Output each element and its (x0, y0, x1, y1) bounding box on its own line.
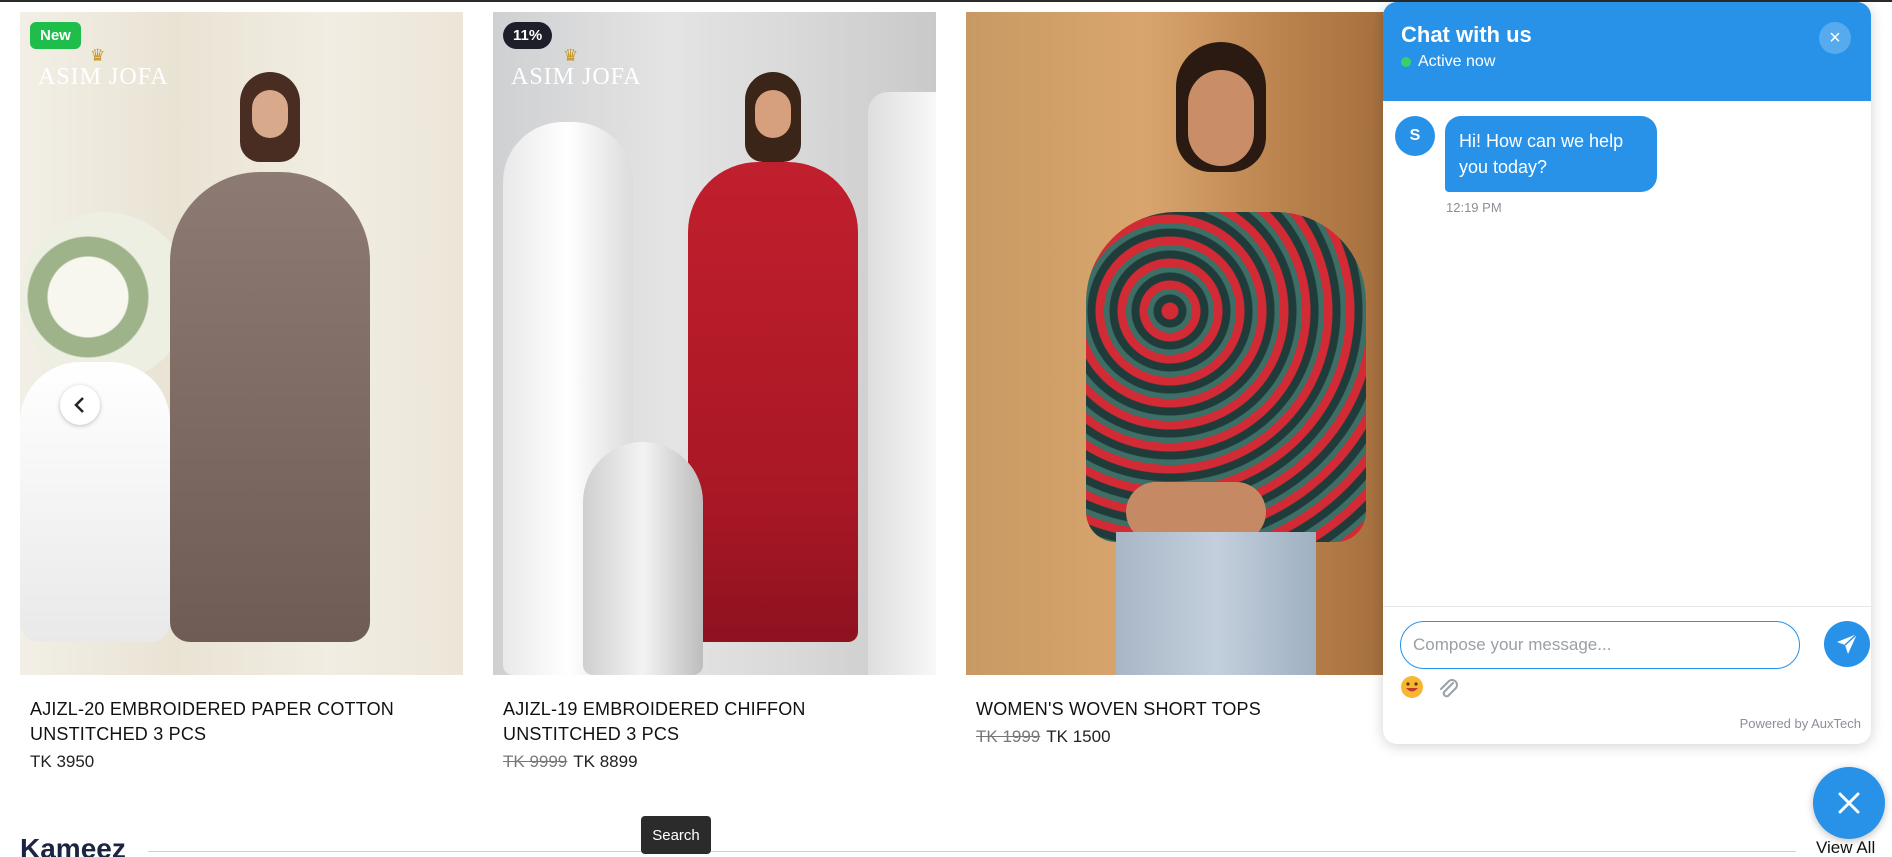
product-title[interactable]: WOMEN'S WOVEN SHORT TOPS (966, 697, 1366, 722)
message-bubble: Hi! How can we help you today? (1445, 116, 1657, 192)
emoji-button[interactable] (1400, 675, 1424, 705)
chess-rook-decor (868, 92, 936, 675)
powered-by-text: Powered by AuxTech (1739, 716, 1861, 731)
chess-pawn-decor (583, 442, 703, 675)
search-tooltip: Search (641, 816, 711, 854)
product-card[interactable]: WOMEN'S WOVEN SHORT TOPS TK 1999 TK 1500 (966, 12, 1409, 747)
model-dress (688, 162, 858, 642)
chat-status: Active now (1401, 53, 1495, 71)
online-status-icon (1401, 57, 1411, 67)
product-image[interactable]: New ♛ ASIM JOFA (20, 12, 463, 675)
send-icon (1837, 633, 1858, 654)
product-price: TK 9999 TK 8899 (493, 752, 936, 772)
crown-icon: ♛ (90, 46, 106, 65)
model-jeans (1116, 532, 1316, 675)
chat-close-button[interactable]: × (1819, 22, 1851, 54)
original-price: TK 1999 (976, 727, 1041, 746)
current-price: TK 8899 (573, 752, 638, 771)
crown-icon: ♛ (563, 46, 579, 65)
emoji-icon (1401, 676, 1423, 698)
original-price: TK 9999 (503, 752, 568, 771)
model-face (755, 90, 791, 138)
product-title[interactable]: AJIZL-20 EMBROIDERED PAPER COTTON UNSTIT… (20, 697, 420, 747)
chat-toggle-button[interactable] (1813, 767, 1885, 839)
model-face (1188, 70, 1254, 166)
product-card[interactable]: New ♛ ASIM JOFA AJIZL-20 EMBROIDERED PAP… (20, 12, 463, 772)
chat-footer-divider (1383, 606, 1871, 607)
attach-button[interactable] (1435, 675, 1461, 701)
product-price: TK 3950 (20, 752, 463, 772)
discount-badge: 11% (503, 22, 553, 49)
close-icon (1838, 792, 1860, 814)
message-input[interactable] (1400, 621, 1800, 669)
paperclip-icon (1440, 679, 1458, 698)
chat-status-text: Active now (1418, 53, 1496, 70)
brand-logo: ASIM JOFA (38, 64, 169, 90)
model-face (252, 90, 288, 138)
carousel-prev-button[interactable] (60, 385, 100, 425)
product-title[interactable]: AJIZL-19 EMBROIDERED CHIFFON UNSTITCHED … (493, 697, 893, 747)
current-price: TK 1500 (1046, 727, 1111, 746)
chat-header: Chat with us Active now × (1383, 2, 1871, 101)
send-button[interactable] (1824, 621, 1870, 667)
section-title: Kameez (20, 833, 126, 857)
view-all-link[interactable]: View All (1816, 838, 1875, 857)
chat-message: S Hi! How can we help you today? (1395, 116, 1657, 192)
product-card[interactable]: 11% ♛ ASIM JOFA AJIZL-19 EMBROIDERED CHI… (493, 12, 936, 772)
agent-avatar: S (1395, 116, 1435, 156)
chat-widget: Chat with us Active now × S Hi! How can … (1383, 2, 1871, 744)
brand-logo: ASIM JOFA (511, 64, 642, 90)
current-price: TK 3950 (30, 752, 95, 771)
section-divider (148, 851, 1796, 852)
flowers-decor (20, 212, 190, 382)
chat-title: Chat with us (1401, 22, 1532, 47)
product-price: TK 1999 TK 1500 (966, 727, 1409, 747)
product-image[interactable] (966, 12, 1409, 675)
message-timestamp: 12:19 PM (1446, 200, 1502, 215)
close-icon: × (1829, 26, 1841, 49)
model-dress (170, 172, 370, 642)
new-badge: New (30, 22, 81, 49)
chevron-left-icon (74, 397, 84, 413)
product-image[interactable]: 11% ♛ ASIM JOFA (493, 12, 936, 675)
